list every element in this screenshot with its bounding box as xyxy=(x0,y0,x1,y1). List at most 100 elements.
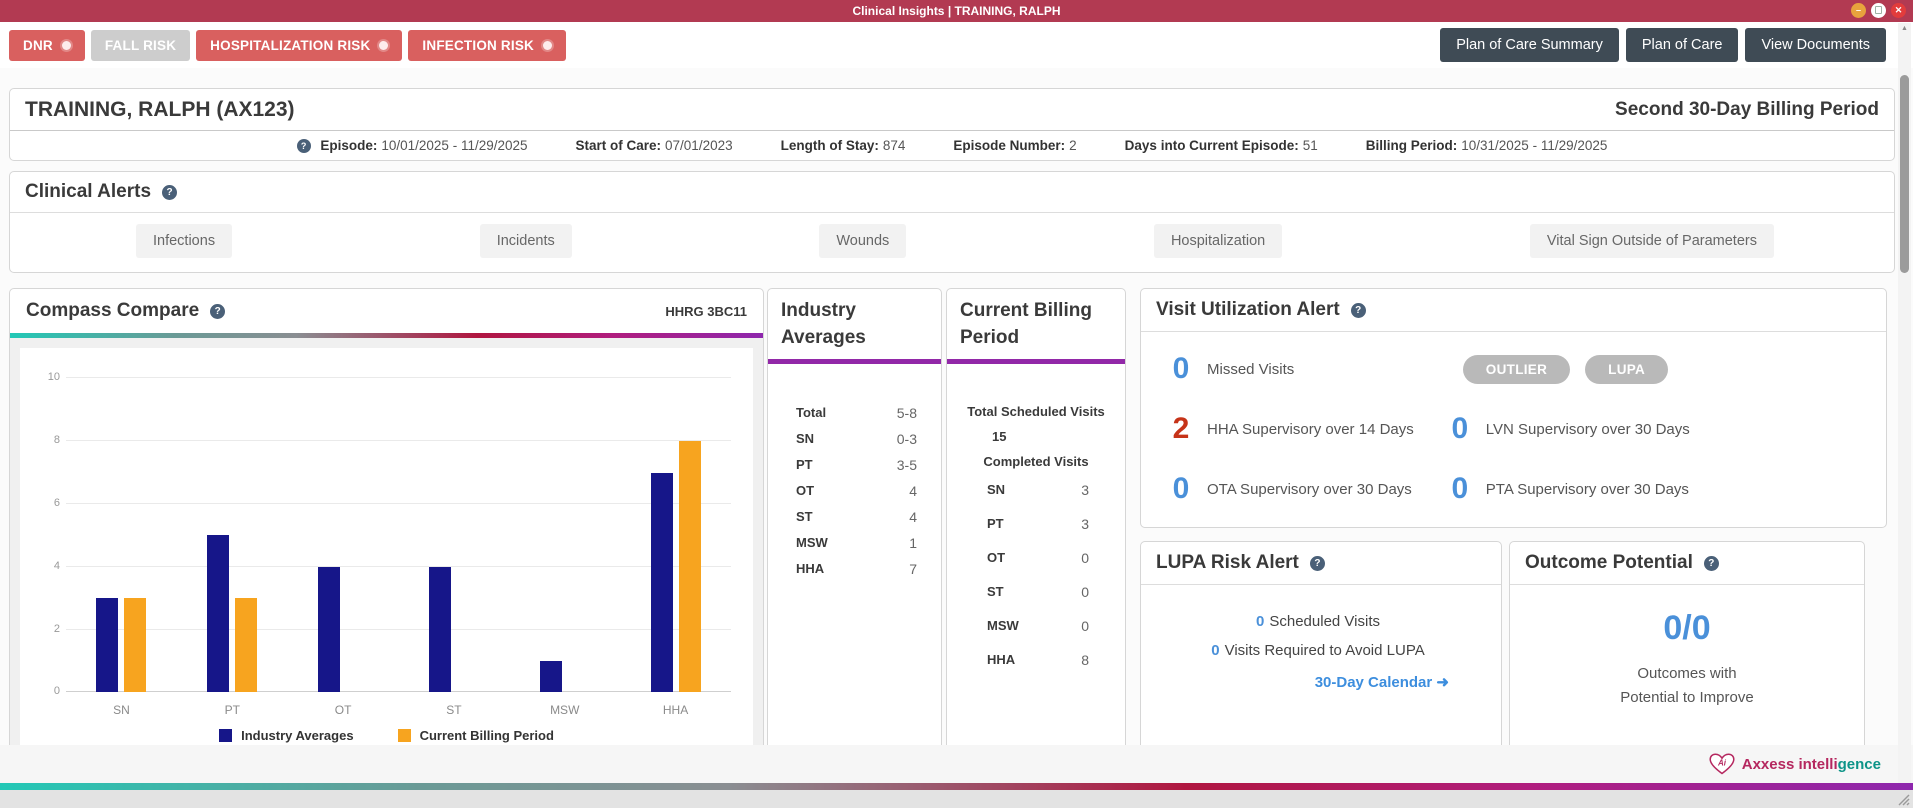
start-of-care-detail: Start of Care:07/01/2023 xyxy=(576,138,733,153)
legend-label: Current Billing Period xyxy=(420,728,554,743)
compass-compare-title: Compass Compare xyxy=(26,300,199,322)
legend-label: Industry Averages xyxy=(241,728,353,743)
ytick-label-2: 2 xyxy=(36,623,60,635)
help-icon[interactable]: ? xyxy=(210,304,225,319)
scrollbar-thumb[interactable] xyxy=(1900,75,1909,273)
window-titlebar: Clinical Insights | TRAINING, RALPH – ✕ xyxy=(0,0,1913,22)
compass-compare-card: Compass Compare ? HHRG 3BC11 0246810 SNP… xyxy=(9,288,764,760)
clinical-alerts-card: Clinical Alerts ? Infections Incidents W… xyxy=(9,171,1895,273)
infection-risk-label: INFECTION RISK xyxy=(422,38,534,53)
row-label: PT xyxy=(987,516,1004,532)
help-icon[interactable]: ? xyxy=(1310,556,1325,571)
pta-supervisory-count: 0 xyxy=(1450,472,1470,506)
plan-of-care-button[interactable]: Plan of Care xyxy=(1626,28,1739,62)
legend-item-industry-averages: Industry Averages xyxy=(219,728,353,743)
hospitalization-risk-button[interactable]: HOSPITALIZATION RISK xyxy=(196,30,402,61)
visit-utilization-title: Visit Utilization Alert xyxy=(1156,299,1340,321)
row-value: 0 xyxy=(1081,550,1089,566)
row-label: MSW xyxy=(796,535,828,551)
ota-supervisory-metric: 0 OTA Supervisory over 30 Days xyxy=(1171,472,1450,506)
days-into-episode-detail: Days into Current Episode: 51 xyxy=(1125,138,1318,153)
length-of-stay-value: 874 xyxy=(883,138,906,153)
episode-detail: ? Episode:10/01/2025 - 11/29/2025 xyxy=(297,138,528,153)
episode-number-value: 2 xyxy=(1069,138,1077,153)
resize-grip-icon[interactable] xyxy=(1896,792,1910,806)
status-dot-icon xyxy=(62,41,71,50)
help-icon[interactable]: ? xyxy=(1351,303,1366,318)
ytick-label-6: 6 xyxy=(36,497,60,509)
alert-badges: OUTLIER LUPA xyxy=(1450,352,1868,386)
outlier-badge: OUTLIER xyxy=(1463,355,1570,384)
row-value: 4 xyxy=(909,483,917,499)
row-label: SN xyxy=(987,482,1005,498)
row-label: MSW xyxy=(987,618,1019,634)
view-documents-button[interactable]: View Documents xyxy=(1745,28,1886,62)
infection-risk-button[interactable]: INFECTION RISK xyxy=(408,30,566,61)
row-value: 3-5 xyxy=(897,457,917,473)
patient-details-row: ? Episode:10/01/2025 - 11/29/2025 Start … xyxy=(10,130,1894,160)
row-value: 8 xyxy=(1081,652,1089,668)
total-scheduled-visits-label: Total Scheduled Visits xyxy=(947,400,1125,423)
bar-sn-current xyxy=(124,598,146,692)
hha-supervisory-count: 2 xyxy=(1171,412,1191,446)
start-of-care-value: 07/01/2023 xyxy=(665,138,733,153)
billing-period-detail: Billing Period:10/31/2025 - 11/29/2025 xyxy=(1366,138,1608,153)
help-icon[interactable]: ? xyxy=(297,139,311,153)
row-value: 0 xyxy=(1081,584,1089,600)
days-into-episode-value: 51 xyxy=(1303,138,1318,153)
tab-hospitalization[interactable]: Hospitalization xyxy=(1154,224,1282,258)
fall-risk-button[interactable]: FALL RISK xyxy=(91,30,190,61)
close-icon[interactable]: ✕ xyxy=(1891,3,1906,18)
thirty-day-calendar-link[interactable]: 30-Day Calendar ➜ xyxy=(1187,665,1449,691)
xlabel-st: ST xyxy=(398,703,509,717)
chart-legend: Industry Averages Current Billing Period xyxy=(20,728,753,743)
bar-group-ot xyxy=(318,378,368,692)
bar-st-industry xyxy=(429,567,451,693)
row-label: SN xyxy=(796,431,814,447)
status-dot-icon xyxy=(543,41,552,50)
help-icon[interactable]: ? xyxy=(1704,556,1719,571)
lvn-supervisory-label: LVN Supervisory over 30 Days xyxy=(1486,421,1690,438)
tab-vital-sign-outside-parameters[interactable]: Vital Sign Outside of Parameters xyxy=(1530,224,1774,258)
row-label: OT xyxy=(987,550,1005,566)
minimize-icon[interactable]: – xyxy=(1851,3,1866,18)
lvn-supervisory-metric: 0 LVN Supervisory over 30 Days xyxy=(1450,412,1868,446)
visits-required-line: 0Visits Required to Avoid LUPA xyxy=(1187,636,1449,665)
table-row: ST 0 xyxy=(947,575,1125,609)
bar-ot-industry xyxy=(318,567,340,693)
lvn-supervisory-count: 0 xyxy=(1450,412,1470,446)
table-row: OT4 xyxy=(768,478,941,504)
length-of-stay-detail: Length of Stay:874 xyxy=(781,138,906,153)
bar-pt-current xyxy=(235,598,257,692)
ytick-label-10: 10 xyxy=(36,371,60,383)
status-dot-icon xyxy=(379,41,388,50)
bar-hha-current xyxy=(679,441,701,692)
pta-supervisory-metric: 0 PTA Supervisory over 30 Days xyxy=(1450,472,1868,506)
window-title: Clinical Insights | TRAINING, RALPH xyxy=(852,4,1060,18)
footer: Ai Axxess intelligence xyxy=(0,745,1913,783)
ytick-label-8: 8 xyxy=(36,434,60,446)
help-icon[interactable]: ? xyxy=(162,185,177,200)
industry-averages-title: Industry Averages xyxy=(768,289,941,358)
tab-infections[interactable]: Infections xyxy=(136,224,232,258)
dnr-button[interactable]: DNR xyxy=(9,30,85,61)
maximize-icon[interactable] xyxy=(1871,3,1886,18)
toolbar: DNR FALL RISK HOSPITALIZATION RISK INFEC… xyxy=(0,22,1913,68)
scheduled-visits-count: 0 xyxy=(1256,613,1264,630)
row-label: HHA xyxy=(987,652,1015,668)
xlabel-msw: MSW xyxy=(509,703,620,717)
tab-wounds[interactable]: Wounds xyxy=(819,224,906,258)
hha-supervisory-metric: 2 HHA Supervisory over 14 Days xyxy=(1171,412,1450,446)
row-value: 7 xyxy=(909,561,917,577)
plan-of-care-summary-button[interactable]: Plan of Care Summary xyxy=(1440,28,1619,62)
tab-incidents[interactable]: Incidents xyxy=(480,224,572,258)
scroll-up-icon[interactable]: ▲ xyxy=(1898,23,1911,35)
outcome-potential-card: Outcome Potential ? 0/0 Outcomes with Po… xyxy=(1509,541,1865,760)
clinical-alerts-tabs: Infections Incidents Wounds Hospitalizat… xyxy=(10,213,1894,272)
vertical-scrollbar[interactable]: ▲ xyxy=(1898,23,1911,783)
row-label: ST xyxy=(987,584,1004,600)
legend-swatch-icon xyxy=(219,729,232,742)
visits-required-label: Visits Required to Avoid LUPA xyxy=(1225,642,1425,659)
days-into-episode-label: Days into Current Episode: xyxy=(1125,138,1299,153)
lupa-risk-alert-card: LUPA Risk Alert ? 0Scheduled Visits 0Vis… xyxy=(1140,541,1502,760)
